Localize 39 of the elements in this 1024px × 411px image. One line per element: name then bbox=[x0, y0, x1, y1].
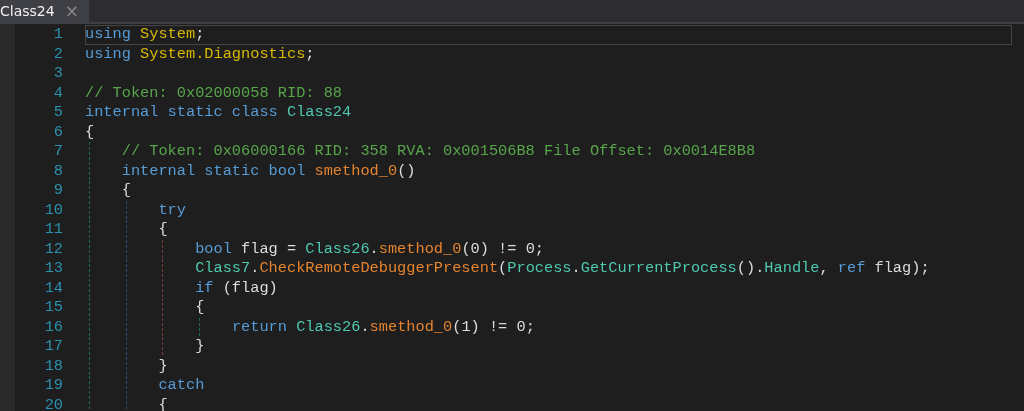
code-line: using System.Diagnostics; bbox=[85, 44, 315, 64]
code-line: { bbox=[85, 298, 205, 318]
line-number: 16 bbox=[44, 317, 63, 336]
line-number: 10 bbox=[44, 200, 63, 219]
code-line: { bbox=[85, 220, 168, 240]
line-number: 8 bbox=[53, 161, 63, 180]
line-number: 20 bbox=[44, 395, 63, 411]
code-line: return Class26.smethod_0(1) != 0; bbox=[85, 317, 535, 337]
code-line: Class7.CheckRemoteDebuggerPresent(Process.GetCurrentProcess().Handle, ref flag); bbox=[85, 259, 930, 279]
code-line: } bbox=[85, 356, 168, 376]
line-number: 14 bbox=[44, 278, 63, 297]
code-line: { bbox=[85, 395, 168, 411]
code-line: } bbox=[85, 337, 205, 357]
line-number: 13 bbox=[44, 259, 63, 277]
line-number: 5 bbox=[53, 103, 63, 121]
line-number: 11 bbox=[44, 220, 63, 238]
line-number: 18 bbox=[44, 356, 63, 375]
line-number: 4 bbox=[53, 83, 63, 102]
editor-tab[interactable]: Class24 × bbox=[0, 0, 89, 22]
code-line: internal static class Class24 bbox=[85, 103, 352, 123]
code-line: catch bbox=[85, 376, 205, 396]
code-line: bool flag = Class26.smethod_0(0) != 0; bbox=[85, 239, 544, 259]
line-number: 7 bbox=[53, 142, 63, 160]
line-number: 1 bbox=[53, 25, 63, 43]
line-number: 12 bbox=[44, 239, 63, 258]
line-number: 9 bbox=[53, 181, 63, 199]
line-number: 2 bbox=[53, 44, 63, 63]
code-line: internal static bool smethod_0() bbox=[85, 161, 416, 181]
code-line: if (flag) bbox=[85, 278, 278, 298]
code-line: // Token: 0x02000058 RID: 88 bbox=[85, 83, 343, 103]
code-line: // Token: 0x06000166 RID: 358 RVA: 0x001506B8 File Offset: 0x0014E8B8 bbox=[85, 142, 756, 162]
line-number: 3 bbox=[53, 64, 63, 82]
code-line: using System; bbox=[85, 25, 205, 45]
line-number: 19 bbox=[44, 376, 63, 394]
line-number: 6 bbox=[53, 122, 63, 141]
code-line: try bbox=[85, 200, 186, 220]
code-line: { bbox=[85, 122, 95, 142]
line-number: 17 bbox=[44, 337, 63, 355]
line-number: 15 bbox=[44, 298, 63, 316]
